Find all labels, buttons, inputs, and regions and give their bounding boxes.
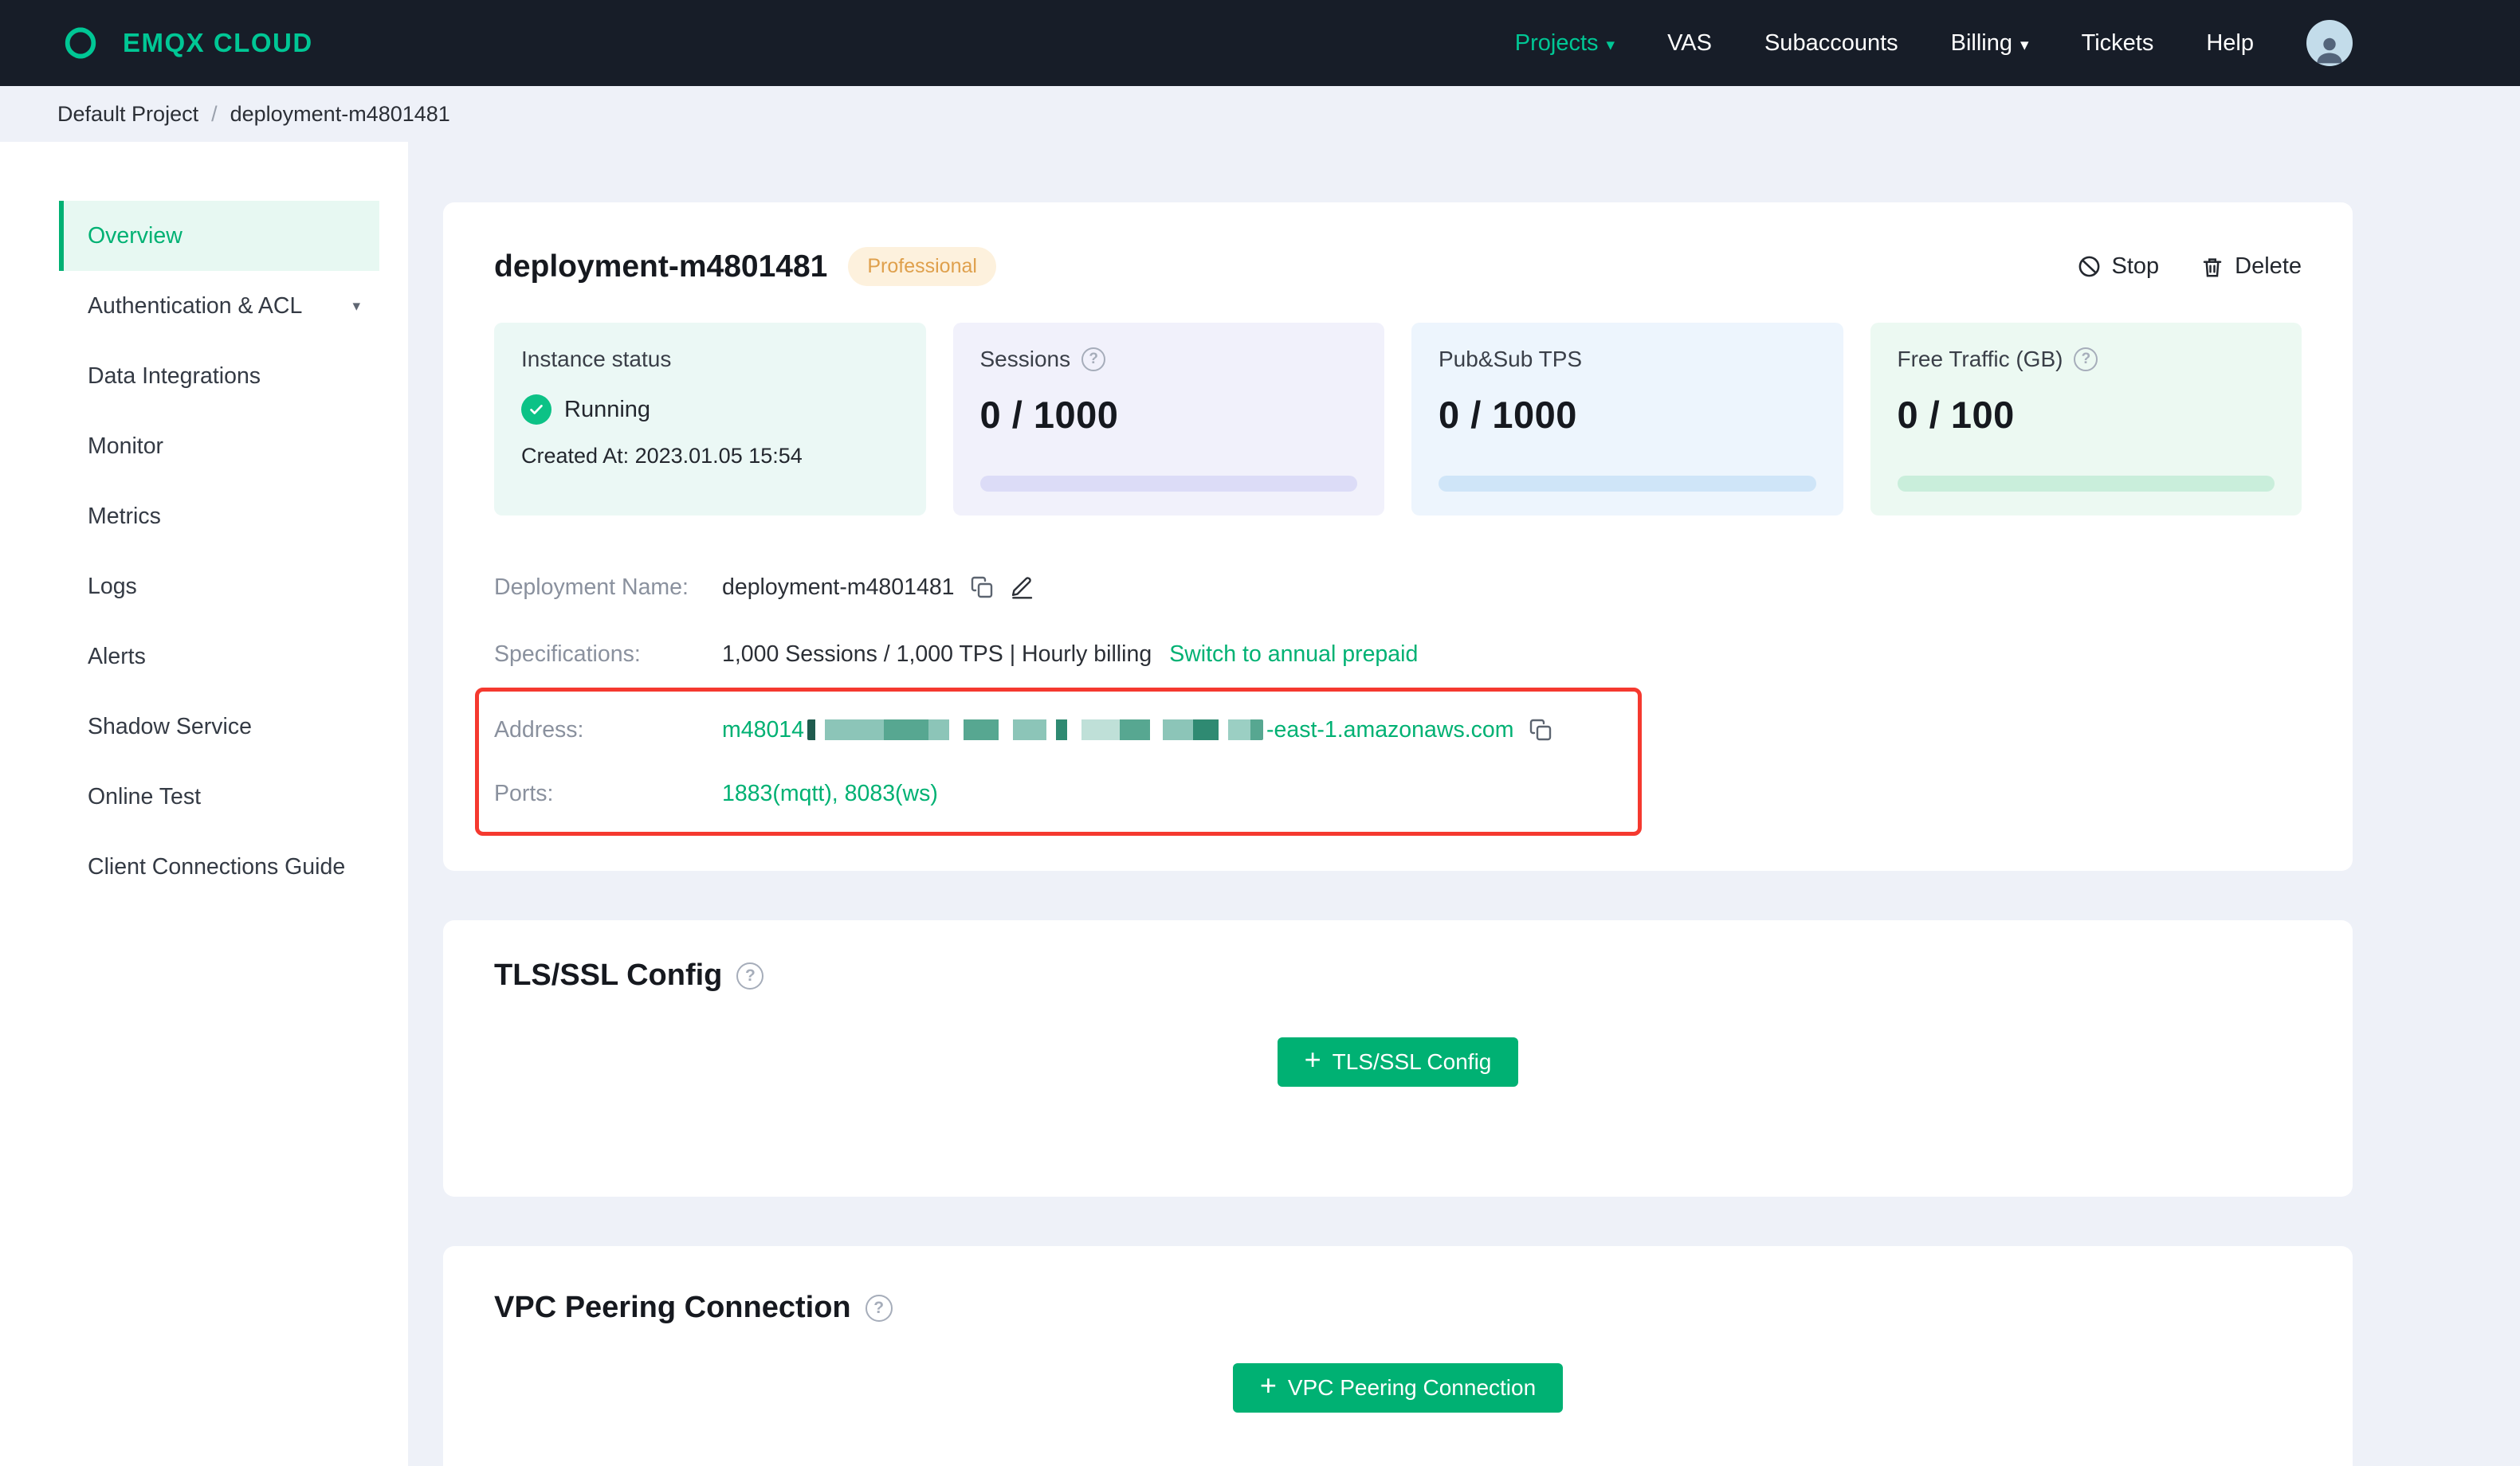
vpc-title: VPC Peering Connection [494, 1291, 851, 1324]
vpc-peering-card: VPC Peering Connection ? + VPC Peering C… [443, 1246, 2353, 1466]
plus-icon: + [1304, 1043, 1321, 1076]
chevron-down-icon: ▾ [352, 297, 360, 315]
breadcrumb-project[interactable]: Default Project [57, 102, 198, 127]
nav-subaccounts[interactable]: Subaccounts [1764, 30, 1898, 57]
main-content: deployment-m4801481 Professional Stop De… [408, 142, 2520, 1466]
created-at: Created At: 2023.01.05 15:54 [521, 444, 803, 468]
breadcrumb: Default Project / deployment-m4801481 [0, 86, 2520, 142]
stop-circle-icon [2077, 254, 2102, 279]
sidebar-item-data-integrations[interactable]: Data Integrations [59, 341, 379, 411]
ports-row: Ports: 1883(mqtt), 8083(ws) [494, 780, 938, 806]
deployment-title: deployment-m4801481 [494, 249, 828, 284]
stat-free-traffic: Free Traffic (GB) ? 0 / 100 [1870, 323, 2302, 515]
help-icon[interactable]: ? [2074, 347, 2098, 371]
sidebar-item-online-test[interactable]: Online Test [59, 762, 379, 832]
copy-icon[interactable] [969, 574, 995, 600]
traffic-value: 0 / 100 [1897, 394, 2015, 436]
tps-value: 0 / 1000 [1439, 394, 1577, 436]
breadcrumb-current: deployment-m4801481 [230, 101, 450, 126]
instance-status-value: Running [521, 394, 899, 425]
address-value: m48014 -east-1.amazonaws.com [722, 716, 1514, 743]
sessions-value: 0 / 1000 [979, 394, 1119, 436]
stat-pubsub-tps: Pub&Sub TPS 0 / 1000 [1411, 323, 1843, 515]
nav-vas[interactable]: VAS [1667, 30, 1712, 57]
brand-name: EMQX CLOUD [123, 28, 313, 57]
chevron-down-icon: ▾ [1606, 35, 1615, 54]
tps-progress-bar [1439, 476, 1816, 492]
top-navbar: EMQX CLOUD Projects ▾ VAS Subaccounts Bi… [0, 0, 2520, 86]
ports-value: 1883(mqtt), 8083(ws) [722, 780, 938, 806]
nav-help[interactable]: Help [2206, 30, 2254, 57]
person-icon [2317, 37, 2342, 64]
copy-icon[interactable] [1528, 717, 1553, 743]
redacted-address-mask [807, 719, 1263, 740]
help-icon[interactable]: ? [1081, 347, 1106, 371]
edit-pencil-icon[interactable] [1009, 574, 1034, 600]
nav-billing[interactable]: Billing ▾ [1951, 30, 2029, 57]
sessions-progress-bar [979, 476, 1357, 492]
deployment-name-value: deployment-m4801481 [722, 574, 955, 600]
nav-items: Projects ▾ VAS Subaccounts Billing ▾ Tic… [1515, 20, 2353, 66]
user-avatar[interactable] [2306, 20, 2353, 66]
specifications-row: Specifications: 1,000 Sessions / 1,000 T… [494, 641, 1419, 668]
brand-logo[interactable]: EMQX CLOUD [56, 24, 313, 62]
trash-icon [2200, 255, 2224, 279]
sidebar-item-authentication-acl[interactable]: Authentication & ACL ▾ [59, 271, 379, 341]
add-tls-ssl-config-button[interactable]: + TLS/SSL Config [1277, 1037, 1519, 1087]
stat-cards: Instance status Running Created At: 2023… [494, 323, 2302, 515]
stat-sessions: Sessions ? 0 / 1000 [952, 323, 1384, 515]
check-circle-icon [521, 394, 551, 425]
plan-badge: Professional [848, 247, 996, 286]
stat-instance-status: Instance status Running Created At: 2023… [494, 323, 926, 515]
deployment-details: Deployment Name: deployment-m4801481 Spe… [475, 554, 2302, 836]
deployment-name-row: Deployment Name: deployment-m4801481 [494, 554, 2302, 621]
sidebar-item-logs[interactable]: Logs [59, 551, 379, 621]
emqx-logo-icon [56, 24, 105, 62]
breadcrumb-separator: / [211, 101, 218, 126]
sidebar-item-overview[interactable]: Overview [59, 201, 379, 271]
delete-button[interactable]: Delete [2200, 253, 2302, 280]
stop-button[interactable]: Stop [2077, 253, 2159, 280]
help-icon[interactable]: ? [736, 962, 764, 990]
sidebar: Overview Authentication & ACL ▾ Data Int… [0, 142, 408, 1466]
annotation-highlight-box: Address: m48014 -east-1.amazonaws.com Po… [475, 688, 1642, 836]
address-row: Address: m48014 -east-1.amazonaws.com [494, 698, 1638, 762]
specifications-value: 1,000 Sessions / 1,000 TPS | Hourly bill… [722, 641, 1152, 667]
plus-icon: + [1259, 1369, 1277, 1401]
sidebar-item-monitor[interactable]: Monitor [59, 411, 379, 481]
sidebar-item-shadow-service[interactable]: Shadow Service [59, 692, 379, 762]
sidebar-item-client-connections-guide[interactable]: Client Connections Guide [59, 832, 379, 902]
help-icon[interactable]: ? [865, 1294, 893, 1322]
tls-ssl-card: TLS/SSL Config ? + TLS/SSL Config [443, 920, 2353, 1197]
deployment-card: deployment-m4801481 Professional Stop De… [443, 202, 2353, 871]
nav-tickets[interactable]: Tickets [2082, 30, 2154, 57]
chevron-down-icon: ▾ [2020, 35, 2029, 54]
traffic-progress-bar [1897, 476, 2275, 492]
switch-annual-prepaid-link[interactable]: Switch to annual prepaid [1169, 641, 1418, 668]
tls-title: TLS/SSL Config [494, 958, 723, 992]
nav-projects[interactable]: Projects ▾ [1515, 30, 1615, 57]
sidebar-item-metrics[interactable]: Metrics [59, 481, 379, 551]
sidebar-item-alerts[interactable]: Alerts [59, 621, 379, 692]
add-vpc-peering-connection-button[interactable]: + VPC Peering Connection [1232, 1363, 1564, 1413]
